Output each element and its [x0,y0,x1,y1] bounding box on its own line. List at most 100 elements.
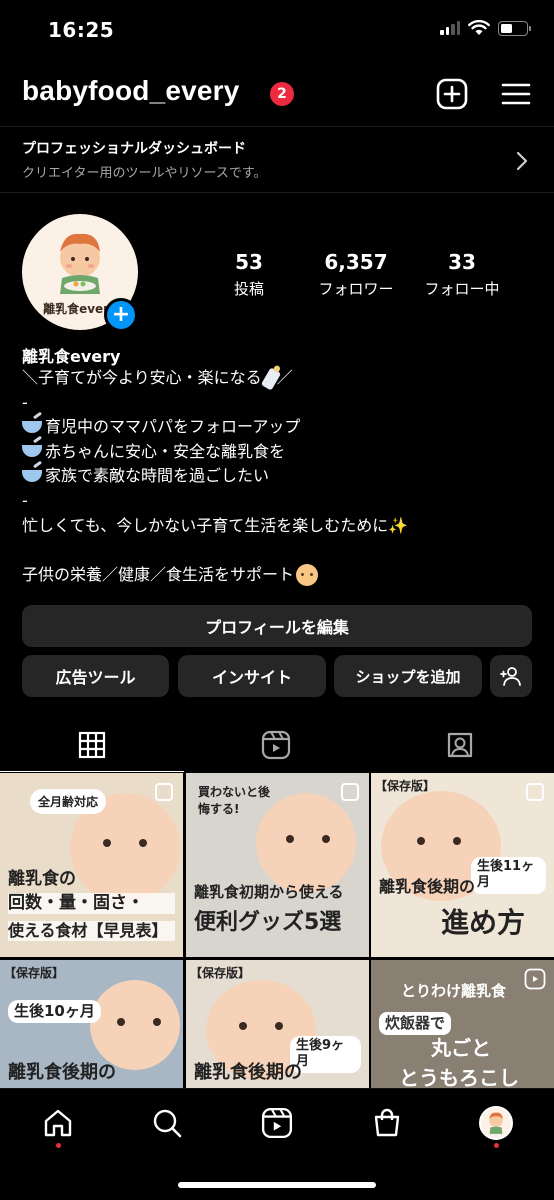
dashboard-subtitle: クリエイター用のツールやリソースです。 [22,166,267,181]
stat-following[interactable]: 33 フォロー中 [414,250,510,299]
post-title: 進め方 [441,906,526,939]
bio-line: 赤ちゃんに安心・安全な離乳食を [22,440,532,465]
post-title: 離乳食後期の [379,877,476,896]
nav-search[interactable] [147,1103,187,1143]
plus-square-icon [436,78,468,110]
post-title: 炊飯器で [379,1012,452,1035]
following-count: 33 [448,250,476,274]
tab-posts-grid[interactable] [0,718,184,772]
post-title: とうもろこし [399,1066,519,1089]
post-tag: とりわけ離乳食 [401,982,507,1000]
bio-line: ＼子育てが今より安心・楽になる／ [22,366,532,391]
baby-face-icon [296,564,319,587]
status-time: 16:25 [48,18,115,42]
nav-reels[interactable] [257,1103,297,1143]
post-tag: 【保存版】 [4,966,65,980]
chevron-right-icon [516,151,528,171]
post-title: 便利グッズ5選 [194,910,342,935]
bio-line: 子供の栄養／健康／食生活をサポート [22,563,532,588]
create-post-button[interactable] [434,76,470,112]
grid-icon [78,731,106,758]
multi-photo-icon [341,783,359,801]
post-title: 離乳食後期の [8,1062,116,1083]
status-bar: 16:25 [0,0,554,62]
add-person-icon [500,667,521,686]
reels-icon [261,1107,293,1139]
add-shop-button[interactable]: ショップを追加 [334,655,482,697]
post-tag: 【保存版】 [190,966,251,980]
nav-profile[interactable] [476,1103,516,1143]
profile-notification-dot [494,1143,499,1148]
followers-count: 6,357 [324,250,388,274]
multi-photo-icon [155,783,173,801]
bio-line: 家族で素敵な時間を過ごしたい [22,464,532,489]
dashboard-title: プロフェッショナルダッシュボード [22,141,246,157]
profile-bio: ＼子育てが今より安心・楽になる／ - 育児中のママパパをフォローアップ 赤ちゃん… [22,366,532,587]
post-thumbnail[interactable]: 【保存版】 生後11ヶ月 離乳食後期の 進め方 [371,773,554,957]
bio-line: - [22,392,28,412]
bio-line [22,538,532,563]
following-label: フォロー中 [424,280,500,298]
post-tag: 全月齢対応 [30,789,107,814]
post-title: 離乳食後期の [194,1062,302,1083]
post-tag: 【保存版】 [375,779,436,793]
post-thumbnail[interactable]: 全月齢対応 離乳食の 回数・量・固さ・ 使える食材【早見表】 [0,773,183,957]
bio-line: - [22,490,28,510]
search-icon [153,1109,182,1138]
stat-followers[interactable]: 6,357 フォロワー [306,250,406,299]
post-title: 離乳食初期から使える [194,883,344,901]
followers-label: フォロワー [318,280,394,298]
plus-icon: + [111,302,131,327]
shop-icon [374,1108,400,1137]
posts-label: 投稿 [233,280,264,298]
post-title: 使える食材【早見表】 [8,921,175,941]
nav-shop[interactable] [367,1103,407,1143]
home-icon [44,1109,72,1137]
profile-header: babyfood_every 2 [0,62,554,126]
status-icons [440,20,531,36]
post-thumbnail[interactable]: とりわけ離乳食 炊飯器で 丸ごと とうもろこし [371,960,554,1089]
tagged-icon [447,732,473,758]
profile-content-tabs [0,718,554,772]
bowl-icon [22,469,42,482]
baby-photo [90,980,180,1070]
sparkles-icon: ✨ [388,515,409,535]
bowl-icon [22,420,42,433]
post-thumbnail[interactable]: 【保存版】 生後9ヶ月 離乳食後期の [186,960,369,1089]
post-title: 生後10ヶ月 [8,1000,101,1023]
tab-reels[interactable] [184,718,368,772]
post-tag: 買わないと後悔する! [198,785,271,816]
battery-icon [498,20,531,36]
discover-people-button[interactable] [490,655,532,697]
edit-profile-button[interactable]: プロフィールを編集 [22,605,532,647]
professional-dashboard-link[interactable]: プロフェッショナルダッシュボード クリエイター用のツールやリソースです。 [0,126,554,193]
posts-grid: 全月齢対応 離乳食の 回数・量・固さ・ 使える食材【早見表】 買わないと後悔する… [0,773,554,1089]
nav-home[interactable] [38,1103,78,1143]
post-thumbnail[interactable]: 【保存版】 生後10ヶ月 離乳食後期の [0,960,183,1089]
reels-icon [261,730,291,760]
insights-button[interactable]: インサイト [178,655,326,697]
hamburger-menu-icon [501,83,531,105]
home-notification-dot [56,1143,61,1148]
tab-tagged[interactable] [368,718,552,772]
wifi-icon [468,20,490,35]
reels-icon [524,968,546,990]
post-title: 回数・量・固さ・ [8,893,175,915]
bio-line: 育児中のママパパをフォローアップ [22,415,532,440]
ad-tools-button[interactable]: 広告ツール [22,655,169,697]
home-indicator[interactable] [178,1182,376,1188]
profile-avatar-icon [479,1106,513,1140]
post-title: 離乳食の [8,869,76,889]
post-thumbnail[interactable]: 買わないと後悔する! 離乳食初期から使える 便利グッズ5選 [186,773,369,957]
multi-photo-icon [526,783,544,801]
stat-posts[interactable]: 53 投稿 [218,250,280,299]
bio-line: 忙しくても、今しかない子育て生活を楽しむために✨ [22,515,409,535]
notification-badge[interactable]: 2 [270,82,294,106]
post-title: 丸ごと [431,1036,491,1060]
menu-button[interactable] [498,76,534,112]
baby-logo-illustration [489,1112,503,1134]
bowl-icon [22,445,42,458]
add-story-button[interactable]: + [104,298,138,332]
posts-count: 53 [235,250,263,274]
account-username[interactable]: babyfood_every [22,75,240,107]
